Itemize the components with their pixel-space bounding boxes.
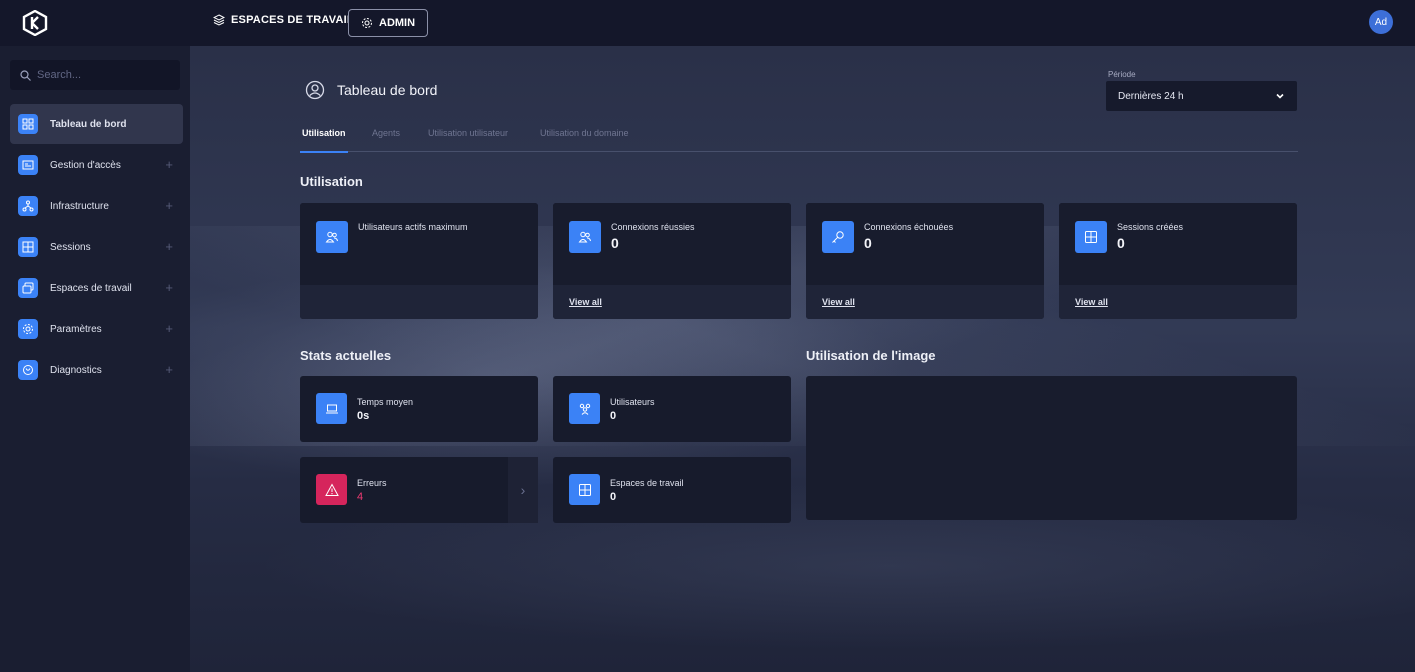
expand-plus-icon[interactable]: + xyxy=(165,280,173,295)
stat-value: 0 xyxy=(610,410,617,422)
sidebar-item-infrastructure[interactable]: Infrastructure + xyxy=(10,186,183,226)
sidebar-item-sessions[interactable]: Sessions + xyxy=(10,227,183,267)
workspaces-nav-label: ESPACES DE TRAVAIL xyxy=(231,14,354,26)
table-icon xyxy=(1075,221,1107,253)
users-group-icon xyxy=(569,393,600,424)
laptop-icon xyxy=(316,393,347,424)
sidebar-nav: Tableau de bord Gestion d'accès + Infras… xyxy=(10,104,183,391)
page-header: Tableau de bord xyxy=(305,80,437,100)
tab-agents[interactable]: Agents xyxy=(370,128,402,152)
warning-icon xyxy=(316,474,347,505)
usage-card-failed-logins: Connexions échouées 0 View all xyxy=(806,203,1044,319)
view-all-link[interactable]: View all xyxy=(1075,297,1108,307)
view-all-link[interactable]: View all xyxy=(822,297,855,307)
sidebar-item-label: Infrastructure xyxy=(50,200,109,212)
network-icon xyxy=(18,196,38,216)
search-box xyxy=(10,60,180,90)
table-icon xyxy=(569,474,600,505)
key-icon xyxy=(822,221,854,253)
admin-nav-button[interactable]: ADMIN xyxy=(348,9,429,37)
sidebar-item-label: Diagnostics xyxy=(50,364,102,376)
main-content: Tableau de bord Période Dernières 24 h U… xyxy=(190,46,1415,672)
sidebar-item-settings[interactable]: Paramètres + xyxy=(10,309,183,349)
gear-icon xyxy=(18,319,38,339)
stat-label: Utilisateurs xyxy=(610,397,655,407)
view-all-link[interactable]: View all xyxy=(569,297,602,307)
expand-plus-icon[interactable]: + xyxy=(165,198,173,213)
dashboard-icon xyxy=(18,114,38,134)
stat-value: 0s xyxy=(357,410,370,422)
sidebar-item-label: Espaces de travail xyxy=(50,282,132,294)
usage-section-title: Utilisation xyxy=(300,174,363,189)
stat-label: Espaces de travail xyxy=(610,478,684,488)
image-usage-panel xyxy=(806,376,1297,520)
expand-plus-icon[interactable]: + xyxy=(165,239,173,254)
layers-icon xyxy=(213,14,225,26)
chevron-right-icon[interactable]: › xyxy=(508,457,538,523)
stat-workspaces: Espaces de travail 0 xyxy=(553,457,791,523)
users-icon xyxy=(569,221,601,253)
sidebar-item-diagnostics[interactable]: Diagnostics + xyxy=(10,350,183,390)
id-card-icon xyxy=(18,155,38,175)
usage-card-successful-logins: Connexions réussies 0 View all xyxy=(553,203,791,319)
stat-average-time: Temps moyen 0s xyxy=(300,376,538,442)
tab-user-usage[interactable]: Utilisation utilisateur xyxy=(426,128,510,152)
search-icon xyxy=(20,69,31,81)
sidebar-item-dashboard[interactable]: Tableau de bord xyxy=(10,104,183,144)
stat-label: Temps moyen xyxy=(357,397,414,407)
tab-bar: Utilisation Agents Utilisation utilisate… xyxy=(300,128,1298,153)
card-label: Connexions échouées xyxy=(864,222,954,232)
expand-plus-icon[interactable]: + xyxy=(165,321,173,336)
period-label: Période xyxy=(1108,70,1136,79)
card-label: Sessions créées xyxy=(1117,222,1184,232)
app-logo-icon[interactable] xyxy=(22,10,48,36)
sidebar-item-label: Paramètres xyxy=(50,323,102,335)
card-value: 0 xyxy=(864,235,872,251)
image-usage-section-title: Utilisation de l'image xyxy=(806,348,936,363)
user-avatar[interactable]: Ad xyxy=(1369,10,1393,34)
tab-domain-usage[interactable]: Utilisation du domaine xyxy=(538,128,631,152)
sidebar-item-access[interactable]: Gestion d'accès + xyxy=(10,145,183,185)
stat-users: Utilisateurs 0 xyxy=(553,376,791,442)
stats-section-title: Stats actuelles xyxy=(300,348,392,363)
table-icon xyxy=(18,237,38,257)
period-select[interactable]: Dernières 24 h xyxy=(1106,81,1297,111)
stat-value: 0 xyxy=(610,491,617,503)
chevron-down-icon xyxy=(1276,93,1284,99)
sidebar: Tableau de bord Gestion d'accès + Infras… xyxy=(0,46,190,672)
stat-errors[interactable]: Erreurs 4 › xyxy=(300,457,538,523)
layers-icon xyxy=(18,278,38,298)
search-input[interactable] xyxy=(37,69,167,81)
stethoscope-icon xyxy=(18,360,38,380)
gear-icon xyxy=(362,18,372,28)
usage-card-max-active-users: Utilisateurs actifs maximum xyxy=(300,203,538,319)
period-value: Dernières 24 h xyxy=(1118,90,1184,102)
expand-plus-icon[interactable]: + xyxy=(165,157,173,172)
workspaces-nav-button[interactable]: ESPACES DE TRAVAIL xyxy=(213,14,354,26)
usage-card-sessions-created: Sessions créées 0 View all xyxy=(1059,203,1297,319)
expand-plus-icon[interactable]: + xyxy=(165,362,173,377)
sidebar-item-workspaces[interactable]: Espaces de travail + xyxy=(10,268,183,308)
card-value: 0 xyxy=(611,235,619,251)
stat-value: 4 xyxy=(357,491,364,503)
card-value: 0 xyxy=(1117,235,1125,251)
sidebar-item-label: Gestion d'accès xyxy=(50,159,121,171)
admin-nav-label: ADMIN xyxy=(379,17,416,29)
sidebar-item-label: Sessions xyxy=(50,241,91,253)
card-label: Utilisateurs actifs maximum xyxy=(358,222,468,232)
stat-label: Erreurs xyxy=(357,478,387,488)
page-title: Tableau de bord xyxy=(337,82,438,98)
sidebar-item-label: Tableau de bord xyxy=(50,118,127,130)
users-icon xyxy=(316,221,348,253)
user-circle-icon xyxy=(305,80,325,100)
top-bar: ESPACES DE TRAVAIL ADMIN Ad xyxy=(0,0,1415,46)
tab-usage[interactable]: Utilisation xyxy=(300,128,348,153)
card-label: Connexions réussies xyxy=(611,222,695,232)
